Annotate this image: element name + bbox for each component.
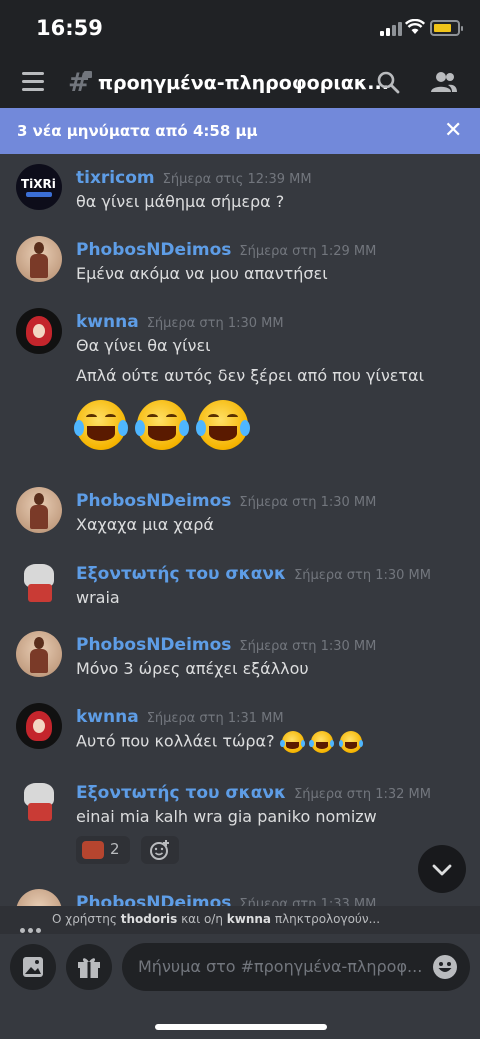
avatar[interactable]: TiXRi bbox=[16, 164, 62, 210]
message-text: Αυτό που κολλάει τώρα? bbox=[76, 731, 275, 751]
author-name[interactable]: PhobosNDeimos bbox=[76, 240, 231, 260]
typing-user: thodoris bbox=[120, 912, 178, 926]
author-name[interactable]: kwnna bbox=[76, 312, 139, 332]
avatar[interactable] bbox=[16, 779, 62, 825]
search-icon[interactable] bbox=[376, 70, 400, 94]
reaction-count: 2 bbox=[110, 840, 120, 858]
emoji-picker-icon[interactable] bbox=[432, 954, 458, 980]
joy-emoji-icon bbox=[338, 731, 364, 753]
jump-to-bottom-button[interactable] bbox=[418, 845, 466, 893]
message-text: einai mia kalh wra gia paniko nomizw bbox=[76, 807, 377, 826]
message-text: Απλά ούτε αυτός δεν ξέρει από που γίνετα… bbox=[76, 366, 425, 385]
timestamp: Σήμερα στη 1:29 ΜΜ bbox=[239, 244, 377, 259]
close-icon[interactable]: ✕ bbox=[444, 118, 462, 143]
avatar[interactable] bbox=[16, 703, 62, 749]
message-input-placeholder: Μήνυμα στο #προηγμένα-πληροφ... bbox=[138, 957, 423, 976]
new-messages-bar[interactable]: 3 νέα μηνύματα από 4:58 μμ ✕ bbox=[0, 108, 480, 154]
attach-image-button[interactable] bbox=[10, 944, 56, 990]
typing-text: Ο χρήστης thodoris και ο/η kwnna πληκτρο… bbox=[52, 912, 381, 926]
timestamp: Σήμερα στη 1:31 ΜΜ bbox=[146, 711, 284, 726]
avatar[interactable] bbox=[16, 236, 62, 282]
author-name[interactable]: Εξοντωτής του σκανκ bbox=[76, 783, 286, 803]
home-indicator bbox=[155, 1024, 327, 1030]
message-text: Εμένα ακόμα να μου απαντήσει bbox=[76, 264, 328, 283]
reactions: 2 bbox=[76, 836, 185, 864]
joy-emoji-icon bbox=[280, 731, 305, 753]
message-composer: Μήνυμα στο #προηγμένα-πληροφ... bbox=[0, 934, 480, 1039]
avatar[interactable] bbox=[16, 487, 62, 533]
avatar[interactable] bbox=[16, 308, 62, 354]
author-name[interactable]: PhobosNDeimos bbox=[76, 635, 231, 655]
avatar[interactable] bbox=[16, 631, 62, 677]
add-reaction-button[interactable] bbox=[141, 836, 180, 864]
timestamp: Σήμερα στη 1:30 ΜΜ bbox=[146, 316, 284, 331]
new-messages-label[interactable]: 3 νέα μηνύματα από 4:58 μμ bbox=[17, 122, 258, 140]
message-text: Χαχαχα μια χαρά bbox=[76, 515, 214, 534]
message-text-row: Αυτό που κολλάει τώρα? bbox=[76, 731, 364, 753]
typing-user: kwnna bbox=[226, 912, 272, 926]
status-bar: 16:59 bbox=[0, 0, 480, 58]
joy-emoji-icon bbox=[196, 400, 251, 450]
status-time: 16:59 bbox=[36, 16, 103, 40]
menu-icon[interactable] bbox=[22, 72, 46, 92]
author-name[interactable]: kwnna bbox=[76, 707, 139, 727]
channel-header: # προηγμένα-πληροφοριακ... bbox=[0, 58, 480, 108]
timestamp: Σήμερα στη 1:32 ΜΜ bbox=[294, 787, 431, 802]
cellular-signal-icon bbox=[380, 22, 402, 36]
image-icon bbox=[23, 957, 43, 977]
message-text: θα γίνει μάθημα σήμερα ? bbox=[76, 192, 285, 211]
joy-emoji-icon bbox=[74, 400, 128, 450]
members-icon[interactable] bbox=[430, 70, 458, 94]
author-name[interactable]: tixricom bbox=[76, 168, 155, 188]
lock-icon bbox=[84, 71, 92, 78]
wifi-icon bbox=[405, 19, 425, 34]
author-name[interactable]: PhobosNDeimos bbox=[76, 491, 231, 511]
channel-title[interactable]: προηγμένα-πληροφοριακ... bbox=[98, 72, 389, 94]
timestamp: Σήμερα στις 12:39 ΜΜ bbox=[162, 172, 312, 187]
gift-button[interactable] bbox=[66, 944, 112, 990]
gift-icon bbox=[78, 958, 100, 978]
add-reaction-icon bbox=[150, 840, 170, 860]
avatar[interactable] bbox=[16, 560, 62, 606]
joy-emoji-icon bbox=[309, 731, 335, 753]
reaction-emoji-icon bbox=[82, 841, 104, 859]
author-name[interactable]: Εξοντωτής του σκανκ bbox=[76, 564, 286, 584]
timestamp: Σήμερα στη 1:30 ΜΜ bbox=[239, 495, 377, 510]
reaction-chip[interactable]: 2 bbox=[76, 836, 130, 864]
timestamp: Σήμερα στη 1:30 ΜΜ bbox=[294, 568, 431, 583]
message-text: wraia bbox=[76, 588, 120, 607]
message-input[interactable]: Μήνυμα στο #προηγμένα-πληροφ... bbox=[122, 943, 470, 991]
joy-emoji-icon bbox=[135, 400, 190, 450]
chevron-down-icon bbox=[432, 864, 452, 876]
avatar-logo-text: TiXRi bbox=[21, 177, 56, 191]
battery-icon bbox=[430, 20, 463, 36]
typing-indicator: Ο χρήστης thodoris και ο/η kwnna πληκτρο… bbox=[0, 906, 480, 934]
message-text: Θα γίνει θα γίνει bbox=[76, 336, 211, 355]
message-text: Μόνο 3 ώρες απέχει εξάλλου bbox=[76, 659, 309, 678]
timestamp: Σήμερα στη 1:30 ΜΜ bbox=[239, 639, 377, 654]
